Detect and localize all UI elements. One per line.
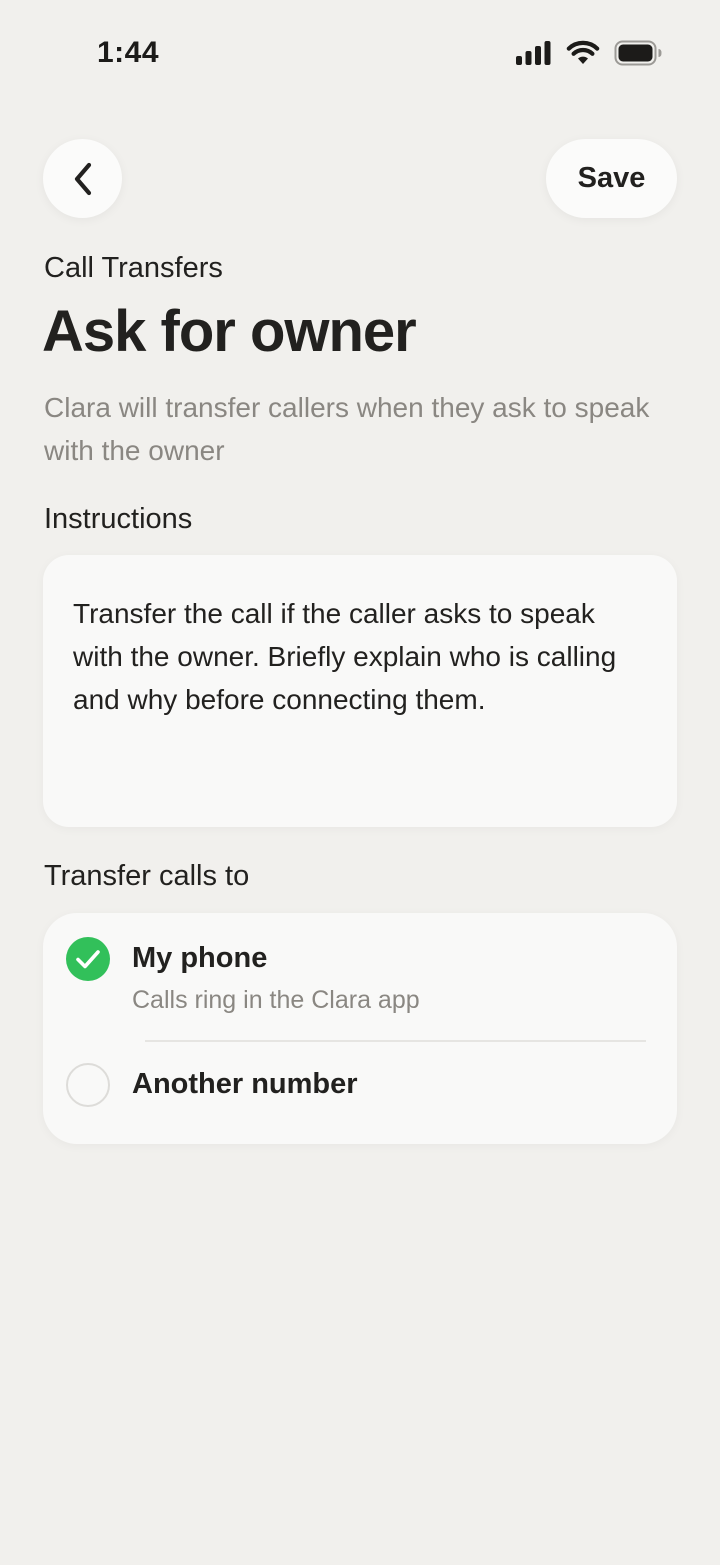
- section-label: Call Transfers: [44, 252, 223, 284]
- battery-icon: [614, 40, 662, 66]
- option-my-phone[interactable]: My phone Calls ring in the Clara app: [43, 913, 677, 1041]
- option-another-number[interactable]: Another number: [43, 1041, 677, 1144]
- transfer-label: Transfer calls to: [44, 860, 250, 892]
- chevron-left-icon: [70, 161, 96, 197]
- checkmark-icon: [75, 948, 101, 970]
- back-button[interactable]: [43, 139, 122, 218]
- instructions-field[interactable]: Transfer the call if the caller asks to …: [43, 555, 677, 827]
- transfer-options-card: My phone Calls ring in the Clara app Ano…: [43, 913, 677, 1144]
- status-icons: [516, 40, 662, 66]
- page-subtitle: Clara will transfer callers when they as…: [44, 392, 650, 466]
- save-button[interactable]: Save: [546, 139, 677, 218]
- option-title: Another number: [132, 1068, 358, 1100]
- wifi-icon: [566, 40, 600, 66]
- option-description: Calls ring in the Clara app: [132, 986, 420, 1014]
- instructions-label: Instructions: [44, 503, 193, 535]
- status-bar: 1:44: [0, 0, 720, 110]
- instructions-text: Transfer the call if the caller asks to …: [73, 598, 617, 715]
- option-title: My phone: [132, 942, 268, 974]
- status-time: 1:44: [97, 36, 160, 69]
- page-title: Ask for owner: [42, 299, 417, 364]
- radio-unchecked[interactable]: [66, 1063, 110, 1107]
- cellular-signal-icon: [516, 41, 552, 65]
- radio-checked[interactable]: [66, 937, 110, 981]
